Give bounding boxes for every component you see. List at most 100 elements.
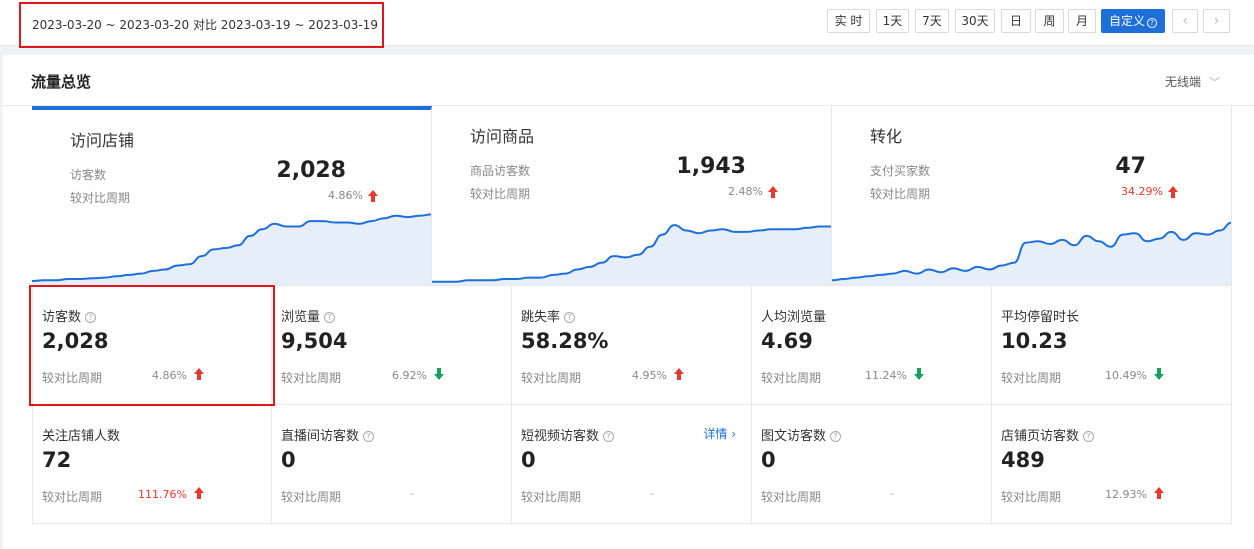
seg-30day[interactable]: 30天: [955, 9, 995, 33]
metric-label-text: 店铺页访客数: [1001, 429, 1080, 444]
card-compare: 较对比周期: [70, 191, 131, 205]
metric-pct: 4.86%: [152, 369, 187, 382]
next-period-button[interactable]: ›: [1203, 9, 1230, 33]
arrow-down-icon: [1154, 368, 1164, 380]
card-visit-store[interactable]: 访问店铺 访客数 较对比周期 2,028 4.86%: [32, 106, 432, 286]
arrow-down-icon: [434, 368, 444, 380]
seg-month[interactable]: 月: [1068, 9, 1096, 33]
help-icon[interactable]: ?: [564, 312, 576, 323]
seg-7day[interactable]: 7天: [915, 9, 949, 33]
sparkline-area: [32, 214, 431, 285]
help-icon[interactable]: ?: [324, 312, 336, 323]
card-visit-product[interactable]: 访问商品 商品访客数 较对比周期 1,943 2.48%: [432, 106, 832, 286]
sparkline-chart: [432, 224, 831, 285]
summary-cards: 访问店铺 访客数 较对比周期 2,028 4.86% 访问商品 商品访客数 较对…: [32, 106, 1232, 286]
metric-value: 2,028: [42, 329, 109, 353]
card-title: 访问店铺: [70, 131, 135, 150]
detail-link[interactable]: 详情 ›: [703, 425, 736, 442]
card-label: 支付买家数: [870, 164, 931, 178]
metric-value: 10.23: [1001, 329, 1068, 353]
help-icon[interactable]: ?: [363, 431, 375, 442]
metric-label-text: 平均停留时长: [1001, 310, 1080, 325]
metric-label: 人均浏览量: [761, 306, 826, 325]
card-conversion[interactable]: 转化 支付买家数 较对比周期 47 34.29%: [832, 106, 1232, 286]
metric-label-text: 直播间访客数: [281, 429, 360, 444]
card-pct: 34.29%: [1121, 185, 1163, 198]
metric-compare: 较对比周期: [1001, 490, 1062, 504]
sparkline-chart: [32, 213, 431, 285]
metric-compare: 较对比周期: [521, 490, 582, 504]
card-value: 47: [1115, 154, 1146, 179]
metric-label-text: 浏览量: [281, 310, 321, 325]
card-pct: 4.86%: [328, 189, 363, 202]
metric-compare: 较对比周期: [761, 490, 822, 504]
arrow-up-icon: [194, 487, 204, 499]
metric-label: 访客数?: [42, 306, 97, 325]
metric-compare: 较对比周期: [761, 371, 822, 385]
top-toolbar: 2023-03-20 ~ 2023-03-20 对比 2023-03-19 ~ …: [0, 0, 1254, 48]
arrow-up-icon: [1154, 487, 1164, 499]
metric-cell[interactable]: 直播间访客数? 0 较对比周期 -: [272, 405, 512, 524]
metric-cell[interactable]: 店铺页访客数? 489 较对比周期 12.93%: [992, 405, 1232, 524]
metric-value: 4.69: [761, 329, 813, 353]
metric-pct: 11.24%: [865, 369, 907, 382]
arrow-up-icon: [1168, 186, 1178, 198]
metric-pct: -: [650, 487, 654, 500]
metric-compare: 较对比周期: [521, 371, 582, 385]
metric-cell[interactable]: 平均停留时长 10.23 较对比周期 10.49%: [992, 286, 1232, 405]
metric-compare: 较对比周期: [281, 371, 342, 385]
metric-value: 0: [761, 448, 776, 472]
metric-label: 平均停留时长: [1001, 306, 1079, 325]
metric-cell[interactable]: 图文访客数? 0 较对比周期 -: [752, 405, 992, 524]
arrow-up-icon: [368, 190, 378, 202]
card-value: 1,943: [676, 154, 746, 179]
metric-value: 0: [281, 448, 296, 472]
metric-compare: 较对比周期: [42, 371, 103, 385]
device-select[interactable]: 无线端 ﹀: [1165, 73, 1220, 90]
seg-custom-label: 自定义: [1108, 14, 1145, 28]
card-pct: 2.48%: [728, 185, 763, 198]
metric-label: 浏览量?: [281, 306, 336, 325]
card-title: 转化: [870, 127, 903, 146]
metric-label: 店铺页访客数?: [1001, 425, 1095, 444]
metric-cell[interactable]: 访客数? 2,028 较对比周期 4.86%: [32, 286, 272, 405]
prev-period-button[interactable]: ‹: [1172, 9, 1198, 33]
help-icon[interactable]: ?: [1083, 431, 1095, 442]
metric-compare: 较对比周期: [1001, 371, 1062, 385]
arrow-down-icon: [914, 368, 924, 380]
metric-cell[interactable]: 浏览量? 9,504 较对比周期 6.92%: [272, 286, 512, 405]
help-icon[interactable]: ?: [830, 431, 842, 442]
metric-pct: -: [410, 487, 414, 500]
card-value: 2,028: [276, 158, 346, 183]
metric-label-text: 短视频访客数: [521, 429, 600, 444]
metric-pct: 111.76%: [138, 488, 187, 501]
seg-realtime[interactable]: 实 时: [827, 9, 870, 33]
metric-cell[interactable]: 跳失率? 58.28% 较对比周期 4.95%: [512, 286, 752, 405]
metric-label: 关注店铺人数: [42, 425, 120, 444]
metric-cell[interactable]: 关注店铺人数 72 较对比周期 111.76%: [32, 405, 272, 524]
date-range-display[interactable]: 2023-03-20 ~ 2023-03-20 对比 2023-03-19 ~ …: [19, 2, 384, 48]
metric-pct: 10.49%: [1105, 369, 1147, 382]
metric-label: 短视频访客数?: [521, 425, 615, 444]
seg-day[interactable]: 日: [1001, 9, 1031, 33]
metric-label-text: 跳失率: [521, 310, 561, 325]
seg-custom[interactable]: 自定义?: [1101, 9, 1165, 33]
metric-label: 图文访客数?: [761, 425, 842, 444]
metric-value: 489: [1001, 448, 1045, 472]
help-icon: ?: [1147, 18, 1157, 28]
metric-value: 58.28%: [521, 329, 609, 353]
metric-cell[interactable]: 短视频访客数? 详情 › 0 较对比周期 -: [512, 405, 752, 524]
seg-1day[interactable]: 1天: [876, 9, 909, 33]
arrow-up-icon: [194, 368, 204, 380]
card-title: 访问商品: [470, 127, 535, 146]
panel-title: 流量总览: [31, 73, 92, 91]
metric-label-text: 关注店铺人数: [42, 429, 121, 444]
help-icon[interactable]: ?: [85, 312, 97, 323]
metric-label: 跳失率?: [521, 306, 576, 325]
seg-week[interactable]: 周: [1035, 9, 1064, 33]
arrow-up-icon: [768, 186, 778, 198]
metric-compare: 较对比周期: [42, 490, 103, 504]
chevron-down-icon: ﹀: [1209, 76, 1220, 89]
metric-cell[interactable]: 人均浏览量 4.69 较对比周期 11.24%: [752, 286, 992, 405]
help-icon[interactable]: ?: [603, 431, 615, 442]
